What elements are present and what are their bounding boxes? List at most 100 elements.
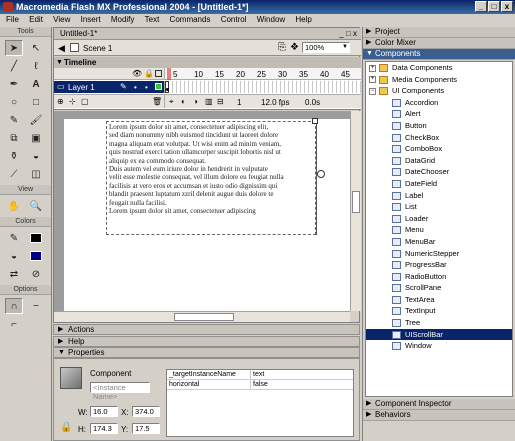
no-color-icon[interactable]: ⊘ <box>27 266 45 282</box>
edit-symbol-icon[interactable]: ❖ <box>290 42 299 53</box>
menu-window[interactable]: Window <box>257 15 285 24</box>
menu-insert[interactable]: Insert <box>81 15 101 24</box>
component-item-label[interactable]: Label <box>366 190 512 202</box>
add-layer-icon[interactable]: ⊕ <box>57 97 64 106</box>
component-item-datagrid[interactable]: DataGrid <box>366 155 512 167</box>
expand-toggle-icon[interactable]: + <box>369 64 376 72</box>
minimize-button[interactable]: _ <box>475 1 487 12</box>
center-frame-icon[interactable]: ⌖ <box>169 97 174 107</box>
component-item-window[interactable]: Window <box>366 340 512 352</box>
vertical-scroll-thumb[interactable] <box>352 191 360 213</box>
component-item-accordion[interactable]: Accordion <box>366 97 512 109</box>
parameter-row[interactable]: _targetInstanceName text <box>167 370 353 380</box>
expand-toggle-icon[interactable]: + <box>369 76 376 84</box>
brush-tool-icon[interactable]: 🖌 <box>27 112 45 128</box>
project-panel-header[interactable]: ▶ Project <box>363 27 515 38</box>
oval-tool-icon[interactable]: ○ <box>5 94 23 110</box>
menu-edit[interactable]: Edit <box>29 15 43 24</box>
y-input[interactable]: 17.5 <box>132 423 160 434</box>
layer-lock-dot[interactable]: • <box>145 83 148 92</box>
transform-handle[interactable] <box>312 118 318 124</box>
document-tab[interactable]: Untitled-1* _ □ x <box>54 28 361 40</box>
component-item-scrollpane[interactable]: ScrollPane <box>366 282 512 294</box>
horizontal-scroll-thumb[interactable] <box>174 313 234 321</box>
snap-to-objects-icon[interactable]: ∩ <box>5 298 23 314</box>
parameter-value[interactable]: false <box>251 380 268 389</box>
tree-folder-data[interactable]: + Data Components <box>366 62 512 74</box>
stage-vertical-scrollbar[interactable] <box>350 111 361 311</box>
maximize-button[interactable]: □ <box>488 1 500 12</box>
outline-icon[interactable] <box>155 70 162 77</box>
arrow-tool-icon[interactable]: ➤ <box>5 40 23 56</box>
ink-bottle-tool-icon[interactable]: ⚱ <box>5 148 23 164</box>
menu-view[interactable]: View <box>53 15 70 24</box>
onion-skin-icon[interactable]: ◐ <box>181 97 186 106</box>
onion-outline-icon[interactable]: ◑ <box>193 97 198 106</box>
component-item-tree[interactable]: Tree <box>366 317 512 329</box>
paint-bucket-tool-icon[interactable]: ◒ <box>27 148 45 164</box>
component-item-numericstepper[interactable]: NumericStepper <box>366 248 512 260</box>
smooth-icon[interactable]: ~ <box>27 298 45 314</box>
registration-point[interactable] <box>317 170 325 178</box>
edit-scene-icon[interactable]: ⎘ <box>278 42 286 53</box>
layer-visible-dot[interactable]: • <box>134 83 137 92</box>
menu-help[interactable]: Help <box>295 15 311 24</box>
pencil-tool-icon[interactable]: ✎ <box>5 112 23 128</box>
menu-text[interactable]: Text <box>145 15 160 24</box>
keyframe[interactable] <box>165 81 169 93</box>
eraser-tool-icon[interactable]: ◫ <box>27 166 45 182</box>
line-tool-icon[interactable]: ╱ <box>5 58 23 74</box>
lock-proportions-icon[interactable]: 🔒 <box>60 422 72 433</box>
x-input[interactable]: 374.0 <box>132 406 160 417</box>
rectangle-tool-icon[interactable]: □ <box>27 94 45 110</box>
component-item-textinput[interactable]: TextInput <box>366 305 512 317</box>
instance-name-input[interactable]: <Instance Name> <box>90 382 150 401</box>
component-item-list[interactable]: List <box>366 201 512 213</box>
tree-folder-ui[interactable]: − UI Components <box>366 85 512 97</box>
add-guide-icon[interactable]: ⊹ <box>69 97 76 106</box>
fill-transform-tool-icon[interactable]: ▣ <box>27 130 45 146</box>
pen-tool-icon[interactable]: ✒ <box>5 76 23 92</box>
component-item-alert[interactable]: Alert <box>366 108 512 120</box>
document-window-controls-icon[interactable]: _ □ x <box>339 28 357 40</box>
zoom-tool-icon[interactable]: 🔍 <box>27 198 45 214</box>
layer-name[interactable]: Layer 1 <box>68 83 95 92</box>
properties-panel-header[interactable]: ▼ Properties <box>53 347 360 358</box>
color-mixer-panel-header[interactable]: ▶ Color Mixer <box>363 38 515 49</box>
behaviors-panel-header[interactable]: ▶ Behaviors <box>363 410 515 421</box>
width-input[interactable]: 16.0 <box>90 406 118 417</box>
back-arrow-icon[interactable]: ◀ <box>58 43 65 54</box>
close-button[interactable]: x <box>501 1 513 12</box>
component-item-uiscrollbar[interactable]: UIScrollBar <box>366 328 512 341</box>
scrollbar-component-outline[interactable] <box>316 121 317 235</box>
component-item-datefield[interactable]: DateField <box>366 178 512 190</box>
eye-icon[interactable]: 👁 <box>132 69 142 78</box>
parameter-row[interactable]: horizontal false <box>167 380 353 390</box>
text-field[interactable]: Lorem ipsum dolor sit amet, consectetuer… <box>106 121 316 235</box>
help-panel-header[interactable]: ▶ Help <box>53 336 360 347</box>
delete-layer-icon[interactable]: 🗑 <box>152 97 162 106</box>
component-item-loader[interactable]: Loader <box>366 213 512 225</box>
eyedropper-tool-icon[interactable]: ⟋ <box>5 166 23 182</box>
add-folder-icon[interactable]: ▢ <box>81 97 89 106</box>
component-inspector-panel-header[interactable]: ▶ Component Inspector <box>363 399 515 410</box>
stroke-color-icon[interactable]: ✎ <box>5 230 23 246</box>
fill-color-swatch[interactable] <box>27 248 45 264</box>
stroke-color-swatch[interactable] <box>27 230 45 246</box>
component-item-progressbar[interactable]: ProgressBar <box>366 259 512 271</box>
actions-panel-header[interactable]: ▶ Actions <box>53 324 360 335</box>
component-item-checkbox[interactable]: CheckBox <box>366 132 512 144</box>
component-item-combobox[interactable]: ComboBox <box>366 143 512 155</box>
layer-outline-color[interactable] <box>155 83 162 90</box>
timeline-header[interactable]: ▼ Timeline <box>54 57 361 68</box>
frame-ruler[interactable]: 5 10 15 20 25 30 35 40 45 <box>164 68 361 80</box>
stage-area[interactable]: Lorem ipsum dolor sit amet, consectetuer… <box>54 111 350 311</box>
stage-horizontal-scrollbar[interactable] <box>54 311 350 322</box>
layer-row[interactable]: ▭ Layer 1 ✎ • • <box>54 81 164 93</box>
playhead[interactable] <box>167 68 171 80</box>
modify-markers-icon[interactable]: ⊟ <box>217 97 224 106</box>
hand-tool-icon[interactable]: ✋ <box>5 198 23 214</box>
menu-control[interactable]: Control <box>221 15 247 24</box>
straighten-icon[interactable]: ⌐ <box>5 316 23 332</box>
scene-name[interactable]: Scene 1 <box>83 44 112 53</box>
